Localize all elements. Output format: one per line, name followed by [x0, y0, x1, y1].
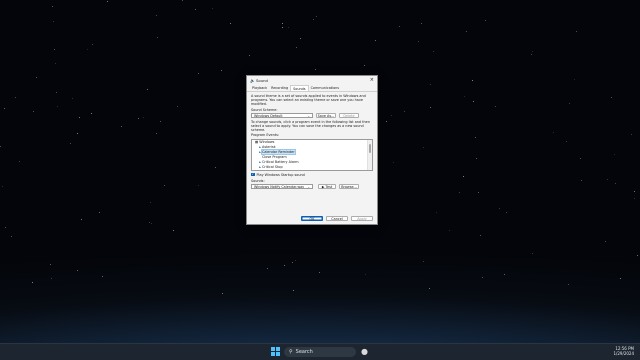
sound-value: Windows Notify Calendar.wav — [254, 185, 305, 190]
speaker-icon: 🔈 — [250, 77, 255, 83]
tab-playback[interactable]: Playback — [250, 85, 269, 91]
ok-button[interactable]: OK — [301, 216, 323, 221]
intro-text: A sound theme is a set of sounds applied… — [251, 94, 366, 107]
startup-sound-label: Play Windows Startup sound — [256, 172, 305, 177]
lightbulb-icon[interactable]: ● — [361, 346, 368, 357]
search-icon: ⚲ — [289, 349, 293, 355]
scheme-select[interactable]: Windows Default ⌄ — [251, 112, 313, 118]
title-bar: 🔈 Sound × — [247, 76, 377, 85]
sounds-pane: A sound theme is a set of sounds applied… — [247, 92, 377, 193]
tab-recording[interactable]: Recording — [269, 85, 290, 91]
search-placeholder: Search — [295, 349, 313, 355]
sound-dialog: 🔈 Sound × Playback Recording Sounds Comm… — [246, 75, 378, 225]
chevron-down-icon: ⌄ — [307, 185, 310, 190]
speaker-icon: ► — [259, 164, 262, 169]
tab-strip: Playback Recording Sounds Communications — [247, 85, 377, 92]
tab-sounds[interactable]: Sounds — [290, 85, 309, 91]
startup-sound-checkbox[interactable]: ✓ — [251, 172, 255, 177]
system-clock[interactable]: 12:56 PM 1/29/2024 — [613, 346, 634, 356]
windows-logo-icon[interactable] — [271, 347, 280, 356]
delete-button[interactable]: Delete — [339, 112, 359, 118]
browse-button[interactable]: Browse... — [339, 184, 359, 190]
list-item[interactable]: ► Critical Stop — [252, 165, 372, 170]
clock-date: 1/29/2024 — [613, 351, 634, 356]
apply-button[interactable]: Apply — [351, 216, 373, 221]
tab-communications[interactable]: Communications — [309, 85, 342, 91]
dialog-footer: OK Cancel Apply — [301, 216, 373, 221]
events-label: Program Events: — [251, 133, 280, 138]
scheme-value: Windows Default — [254, 113, 283, 118]
save-as-button[interactable]: Save As... — [316, 112, 336, 118]
dialog-title: Sound — [256, 78, 268, 83]
sound-select[interactable]: Windows Notify Calendar.wav ⌄ — [251, 184, 313, 190]
close-icon[interactable]: × — [370, 77, 374, 84]
taskbar: ⚲ Search ● 12:56 PM 1/29/2024 — [0, 343, 640, 360]
program-events-list[interactable]: ▦ Windows ► Asterisk ► Calendar Reminder C… — [251, 138, 373, 171]
test-button[interactable]: ▶ Test — [318, 184, 336, 190]
scheme-label: Sound Scheme: — [251, 107, 278, 112]
taskbar-search[interactable]: ⚲ Search — [284, 347, 356, 357]
change-text: To change sounds, click a program event … — [251, 119, 370, 133]
chevron-down-icon: ⌄ — [307, 113, 310, 118]
list-scrollbar[interactable] — [367, 139, 372, 170]
sounds-label: Sounds: — [251, 178, 265, 183]
cancel-button[interactable]: Cancel — [326, 216, 348, 221]
